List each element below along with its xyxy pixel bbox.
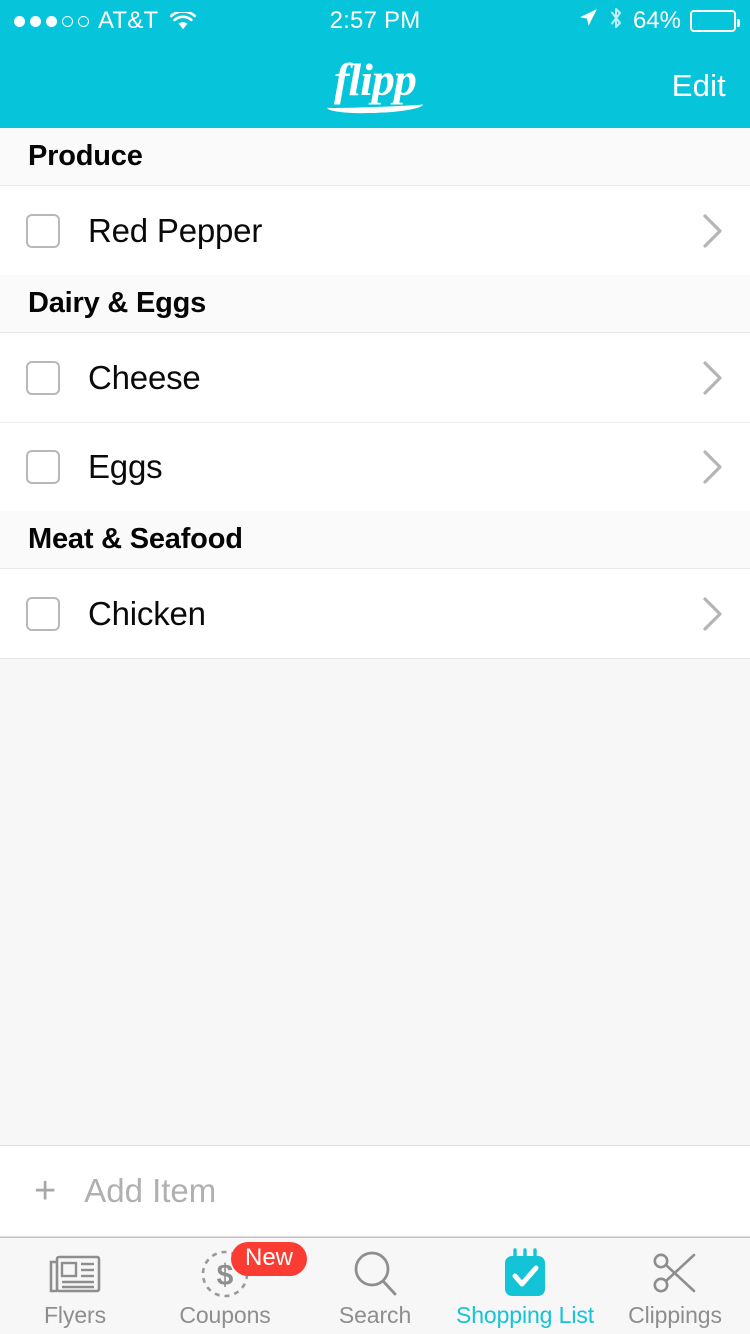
empty-list-area xyxy=(0,659,750,1145)
bluetooth-icon xyxy=(608,6,624,37)
item-label: Chicken xyxy=(88,594,206,632)
add-item-input[interactable] xyxy=(84,1172,645,1210)
tab-bar: Flyers $ New Coupons Search Shopping List Clip… xyxy=(0,1237,750,1334)
status-bar-right: 64% xyxy=(577,6,740,37)
tab-shopping-list[interactable]: Shopping List xyxy=(450,1238,600,1334)
flipp-logo-swash xyxy=(326,97,424,115)
item-label: Red Pepper xyxy=(88,211,263,249)
list-item[interactable]: Chicken xyxy=(0,569,750,658)
edit-button[interactable]: Edit xyxy=(672,70,726,101)
magnifier-icon xyxy=(349,1248,401,1300)
notepad-check-icon xyxy=(498,1248,552,1300)
new-badge: New xyxy=(231,1242,308,1276)
add-item-bar[interactable]: + xyxy=(0,1145,750,1237)
item-checkbox[interactable] xyxy=(26,596,60,631)
tab-label: Flyers xyxy=(43,1302,106,1328)
item-label: Cheese xyxy=(88,358,201,396)
chevron-right-icon[interactable] xyxy=(702,448,724,486)
item-checkbox[interactable] xyxy=(26,360,60,395)
list-item[interactable]: Red Pepper xyxy=(0,186,750,275)
plus-icon: + xyxy=(34,1170,57,1212)
battery-icon xyxy=(690,10,740,32)
section-header: Dairy & Eggs xyxy=(0,275,750,333)
status-bar: AT&T 2:57 PM 64% xyxy=(0,0,750,42)
tab-coupons[interactable]: $ New Coupons xyxy=(150,1238,308,1334)
nav-bar: flipp Edit xyxy=(0,42,750,128)
chevron-right-icon[interactable] xyxy=(702,595,724,633)
tab-search[interactable]: Search xyxy=(300,1238,450,1334)
section-header: Meat & Seafood xyxy=(0,511,750,569)
tab-label: Search xyxy=(338,1302,412,1328)
app-root: AT&T 2:57 PM 64% flipp Edit Produce Red … xyxy=(0,0,750,1334)
tab-label: Coupons xyxy=(179,1302,271,1328)
tab-flyers[interactable]: Flyers xyxy=(0,1238,150,1334)
tab-label: Clippings xyxy=(628,1302,722,1328)
newspaper-icon xyxy=(48,1248,102,1300)
shopping-list: Produce Red Pepper Dairy & Eggs Cheese Eggs M… xyxy=(0,128,750,658)
section-header: Produce xyxy=(0,128,750,186)
scissors-icon xyxy=(649,1248,701,1300)
item-checkbox[interactable] xyxy=(26,213,60,248)
item-label: Eggs xyxy=(88,447,163,485)
list-item[interactable]: Eggs xyxy=(0,422,750,511)
tab-clippings[interactable]: Clippings xyxy=(600,1238,750,1334)
location-arrow-icon xyxy=(577,7,599,36)
item-checkbox[interactable] xyxy=(26,449,60,484)
chevron-right-icon[interactable] xyxy=(702,359,724,397)
battery-percent-label: 64% xyxy=(632,7,681,34)
tab-label: Shopping List xyxy=(455,1302,595,1328)
flipp-logo: flipp xyxy=(0,57,750,115)
list-item[interactable]: Cheese xyxy=(0,333,750,422)
chevron-right-icon[interactable] xyxy=(702,212,724,250)
